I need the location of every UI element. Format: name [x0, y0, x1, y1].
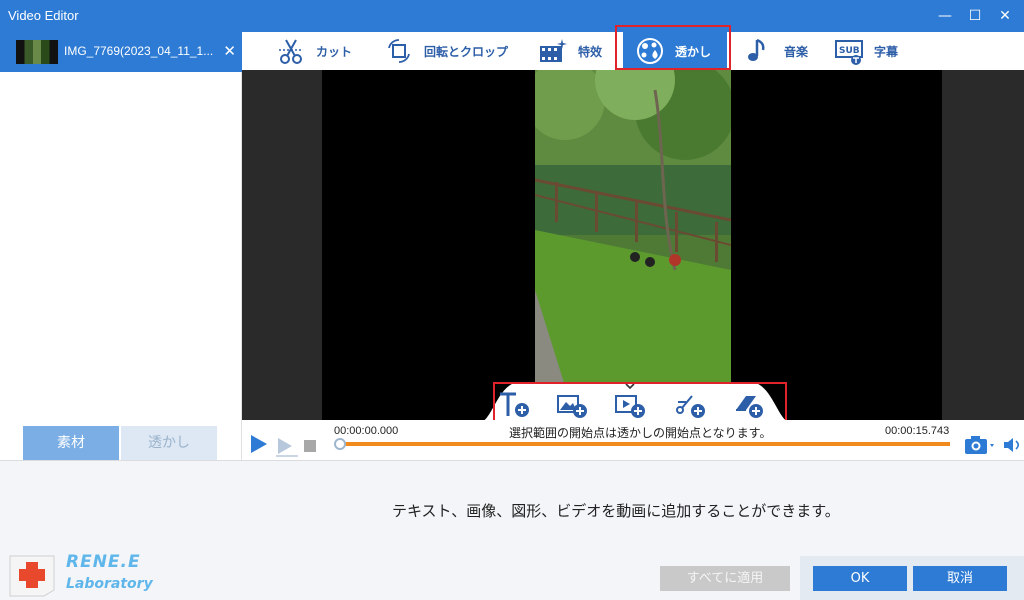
apply-all-button[interactable]: すべてに適用	[660, 566, 790, 591]
play-selection-button[interactable]	[274, 436, 300, 461]
maximize-button[interactable]: ☐	[962, 4, 988, 28]
playhead-handle[interactable]	[334, 438, 346, 450]
tab-music-label: 音楽	[784, 44, 809, 59]
svg-text:SUB: SUB	[839, 46, 860, 56]
window-title: Video Editor	[8, 8, 79, 23]
music-icon	[748, 38, 765, 61]
brand-logo: RENE.E Laboratory	[4, 550, 164, 600]
video-thumbnail	[16, 40, 58, 64]
highlight-box-watermark-tab	[615, 25, 731, 70]
tab-rotate-crop[interactable]: 回転とクロップ	[384, 32, 508, 70]
start-time: 00:00:00.000	[334, 425, 399, 437]
end-time: 00:00:15.743	[885, 425, 950, 437]
play-button[interactable]	[248, 433, 270, 458]
cancel-button[interactable]: 取消	[913, 566, 1007, 591]
volume-button[interactable]	[1002, 436, 1022, 457]
brand-name: RENE.E	[66, 552, 141, 572]
logo-icon	[9, 555, 55, 597]
timeline-track[interactable]	[340, 442, 950, 446]
remove-file-icon[interactable]: ✕	[223, 42, 236, 60]
brand-subtitle: Laboratory	[66, 576, 153, 592]
ok-button[interactable]: OK	[813, 566, 907, 591]
play-icon	[251, 435, 267, 453]
minimize-button[interactable]: —	[932, 4, 958, 28]
snapshot-button[interactable]	[964, 434, 998, 459]
tab-cut-label: カット	[316, 44, 353, 59]
rotate-crop-icon	[388, 39, 410, 63]
file-item[interactable]: IMG_7769(2023_04_11_1... ✕	[0, 32, 242, 72]
stop-button[interactable]	[304, 440, 316, 452]
play-selection-icon	[276, 438, 298, 457]
hint-text: テキスト、画像、図形、ビデオを動画に追加することができます。	[392, 502, 840, 520]
media-panel: IMG_7769(2023_04_11_1... ✕ 素材 透かし	[0, 32, 242, 460]
tab-watermark-list[interactable]: 透かし	[121, 426, 217, 460]
tab-effects[interactable]: 特效	[538, 32, 602, 70]
tab-material[interactable]: 素材	[23, 426, 119, 460]
tab-effects-label: 特效	[578, 44, 603, 59]
cut-icon	[279, 39, 303, 64]
tab-rotate-crop-label: 回転とクロップ	[424, 44, 509, 59]
timeline-message: 選択範囲の開始点は透かしの開始点となります。	[509, 426, 772, 440]
subtitle-icon: SUB	[835, 40, 863, 65]
volume-icon	[1004, 438, 1020, 452]
title-bar: Video Editor — ☐ ✕	[0, 0, 1024, 32]
tab-music[interactable]: 音楽	[744, 32, 808, 70]
tab-cut[interactable]: カット	[276, 32, 352, 70]
tab-subtitle-label: 字幕	[874, 44, 899, 59]
tab-subtitle[interactable]: SUB 字幕	[834, 32, 898, 70]
file-name: IMG_7769(2023_04_11_1...	[64, 44, 214, 58]
video-frame	[535, 70, 731, 418]
highlight-box-watermark-tools	[493, 382, 787, 422]
close-button[interactable]: ✕	[992, 4, 1018, 28]
effects-icon	[540, 39, 567, 62]
camera-icon	[965, 436, 994, 454]
